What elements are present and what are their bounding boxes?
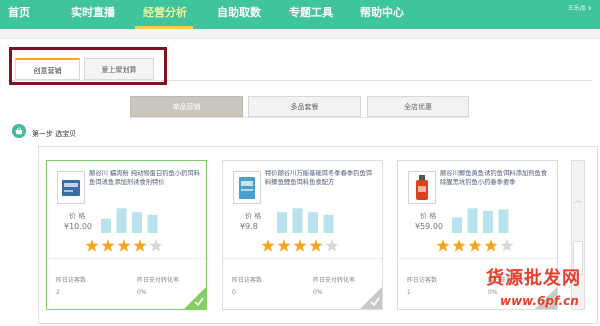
conversion-label: 昨日支付转化率 xyxy=(137,277,180,284)
product-price: ¥9.8 xyxy=(240,222,258,231)
product-thumbnail xyxy=(408,171,436,204)
trend-bar xyxy=(147,214,158,233)
card-divider xyxy=(398,258,557,259)
trend-bar xyxy=(116,208,127,233)
product-price: ¥10.00 xyxy=(64,222,92,231)
user-menu[interactable]: 王乐品 ∨ xyxy=(568,3,592,12)
product-thumbnail xyxy=(233,171,261,204)
product-thumbnail xyxy=(57,171,85,204)
product-title[interactable]: 特价颠谷川万能基础饵冬季春季钓鱼饵料鲫鱼鲤鱼饵料鱼食配方 xyxy=(265,170,378,196)
visitors-label: 昨日访客数 xyxy=(56,277,87,284)
scroll-up-icon[interactable]: ︿ xyxy=(572,193,584,207)
product-card[interactable]: 颠谷川 蠕肉粉 纯动物蛋白钓鱼小药饵料鱼饵诱鱼添加剂诱食剂特价 价 格 ¥10.… xyxy=(46,160,207,310)
star-filled-icon xyxy=(85,239,99,252)
rating-stars xyxy=(436,239,514,252)
subtab-divider xyxy=(130,117,469,118)
star-filled-icon xyxy=(133,239,147,252)
star-filled-icon xyxy=(277,239,291,252)
conversion-value: 0% xyxy=(313,289,323,296)
trend-bar xyxy=(483,210,493,233)
card-divider xyxy=(47,258,206,259)
shopping-basket-icon xyxy=(12,124,26,138)
price-label: 价 格 xyxy=(245,212,262,220)
subtab-multi-item-bundle[interactable]: 多品套餐 xyxy=(248,96,361,117)
trend-bar xyxy=(467,208,478,233)
star-filled-icon xyxy=(261,239,275,252)
visitors-label: 昨日访客数 xyxy=(407,277,438,284)
star-filled-icon xyxy=(436,239,450,252)
nav-business-analysis[interactable]: 经营分析 xyxy=(143,0,187,29)
star-empty-icon xyxy=(149,239,163,252)
trend-bar xyxy=(308,212,318,233)
conversion-value: 0% xyxy=(488,289,498,296)
conversion-label: 昨日支付转化率 xyxy=(313,277,356,284)
trend-bar xyxy=(101,218,111,233)
product-card[interactable]: 特价颠谷川万能基础饵冬季春季钓鱼饵料鲫鱼鲤鱼饵料鱼食配方 价 格 ¥9.8 昨日… xyxy=(222,160,383,310)
star-empty-icon xyxy=(325,239,339,252)
star-filled-icon xyxy=(293,239,307,252)
product-price: ¥59.00 xyxy=(415,222,443,231)
nav-self-service-data[interactable]: 自助取数 xyxy=(217,0,261,29)
visitors-value: 2 xyxy=(56,289,60,296)
tab-highlight-box xyxy=(9,47,167,85)
nav-help-center[interactable]: 帮助中心 xyxy=(360,0,404,29)
step-label: 第一步 选宝贝 xyxy=(32,130,77,138)
price-label: 价 格 xyxy=(69,212,86,220)
product-title[interactable]: 颠谷川 蠕肉粉 纯动物蛋白钓鱼小药饵料鱼饵诱鱼添加剂诱食剂特价 xyxy=(89,170,202,196)
checkmark-icon xyxy=(360,287,382,309)
star-filled-icon xyxy=(468,239,482,252)
star-empty-icon xyxy=(500,239,514,252)
top-navigation: 首页 实时直播 经营分析 自助取数 专题工具 帮助中心 王乐品 ∨ xyxy=(0,0,600,29)
rating-stars xyxy=(261,239,339,252)
star-filled-icon xyxy=(117,239,131,252)
product-title[interactable]: 颠谷川鲫鱼黄鱼诱钓鱼饵料添加剂鱼食除腥黑坑钓鱼小药春季要季 xyxy=(440,170,553,196)
star-filled-icon xyxy=(309,239,323,252)
nav-live[interactable]: 实时直播 xyxy=(71,0,115,29)
trend-chart xyxy=(452,208,509,233)
trend-bar xyxy=(452,217,462,233)
checkmark-icon xyxy=(184,287,206,309)
visitors-value: 1 xyxy=(407,289,411,296)
star-filled-icon xyxy=(452,239,466,252)
star-filled-icon xyxy=(101,239,115,252)
trend-bar xyxy=(292,208,303,233)
subtab-single-item[interactable]: 单品营销 xyxy=(130,96,243,117)
trend-bar xyxy=(132,212,142,233)
trend-bar xyxy=(323,214,334,233)
watermark-url: www.6pf.cn xyxy=(500,294,579,308)
trend-chart xyxy=(101,208,158,233)
visitors-value: 0 xyxy=(232,289,236,296)
price-label: 价 格 xyxy=(420,212,437,220)
conversion-value: 0% xyxy=(137,289,147,296)
subtab-store-discount[interactable]: 全店优惠 xyxy=(367,96,469,117)
trend-bar xyxy=(498,209,509,233)
trend-bar xyxy=(277,212,287,233)
card-divider xyxy=(223,258,382,259)
nav-home[interactable]: 首页 xyxy=(8,0,30,29)
trend-chart xyxy=(277,208,334,233)
rating-stars xyxy=(85,239,163,252)
visitors-label: 昨日访客数 xyxy=(232,277,263,284)
watermark-site-name: 货源批发网 xyxy=(486,268,581,289)
sub-header-bar xyxy=(0,29,600,39)
nav-special-tools[interactable]: 专题工具 xyxy=(289,0,333,29)
star-filled-icon xyxy=(484,239,498,252)
